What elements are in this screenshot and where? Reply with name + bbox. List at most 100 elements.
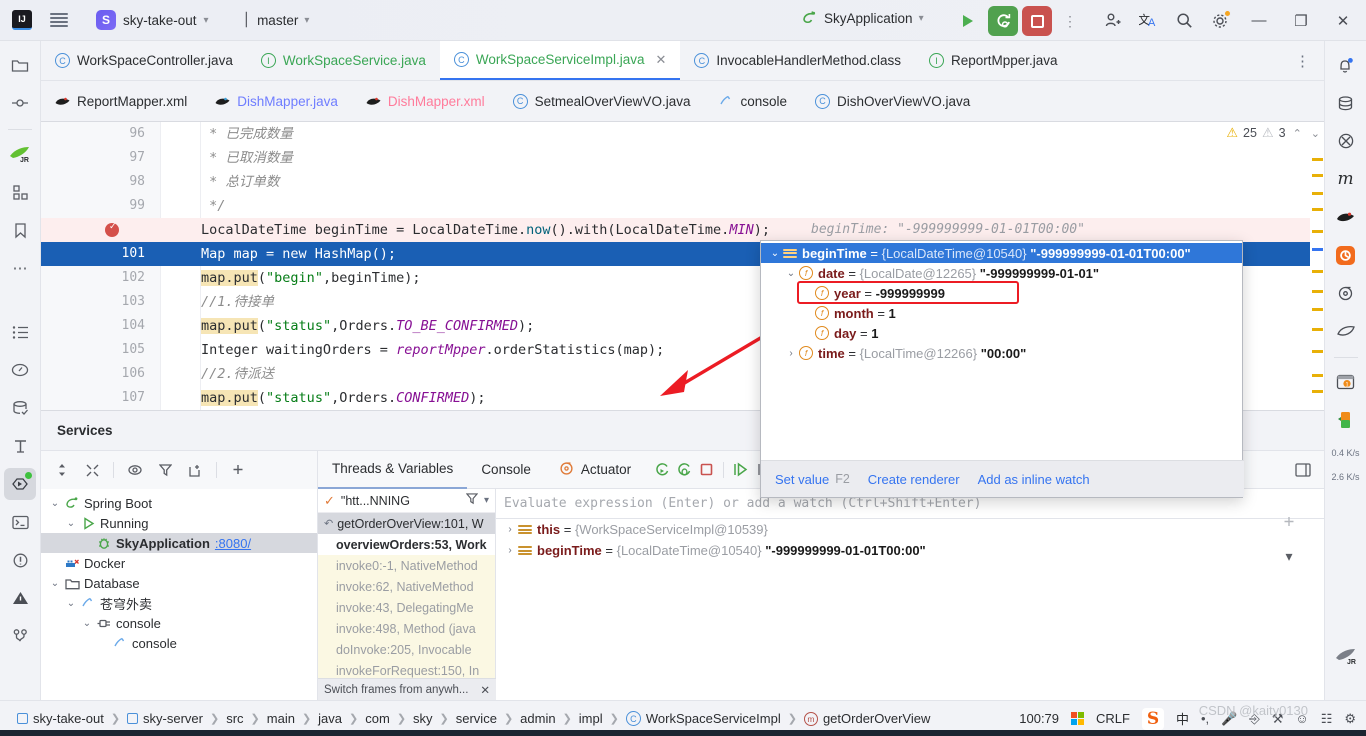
services-node-database[interactable]: ⌄ Database (41, 573, 317, 593)
debug-value-popup[interactable]: ⌄ beginTime = {LocalDateTime@10540} "-99… (760, 240, 1244, 498)
application-port-link[interactable]: :8080/ (215, 536, 251, 551)
breadcrumb-getorderoverview[interactable]: m getOrderOverView (799, 711, 935, 726)
database-icon[interactable] (1330, 87, 1362, 119)
jrebel-icon[interactable]: JR (4, 138, 36, 170)
chevron-down-icon[interactable]: ⌄ (47, 498, 63, 509)
search-icon[interactable] (1174, 11, 1194, 31)
editor-tab-dishmapper-xml[interactable]: DishMapper.xml (352, 81, 499, 121)
variable-row-this[interactable]: › this = {WorkSpaceServiceImpl@10539} (496, 519, 1324, 540)
services-icon[interactable] (4, 468, 36, 500)
database-icon[interactable] (4, 392, 36, 424)
popup-row-time[interactable]: › f time = {LocalTime@12266} "00:00" (761, 343, 1242, 363)
popup-row-month[interactable]: f month = 1 (761, 303, 1242, 323)
breadcrumb-admin[interactable]: admin (515, 711, 560, 726)
git-icon[interactable] (4, 620, 36, 652)
editor-tab-dishoverviewvo[interactable]: C DishOverViewVO.java (801, 81, 984, 121)
project-selector[interactable]: S sky-take-out ▾ (90, 7, 215, 33)
windows-icon[interactable] (1071, 712, 1085, 725)
maven-m-icon[interactable]: m (1330, 163, 1362, 195)
todo-icon[interactable] (4, 316, 36, 348)
editor-tab-workspacecontroller[interactable]: C WorkSpaceController.java (41, 41, 247, 80)
filter-icon[interactable] (465, 493, 479, 508)
ime-apps-icon[interactable]: ☷ (1321, 711, 1333, 727)
expand-collapse-icon[interactable] (53, 461, 71, 479)
terminal-icon[interactable] (4, 506, 36, 538)
debug-frames-panel[interactable]: ✓ "htt...NNING ▾ ↶ getOrderOverView:101,… (318, 489, 496, 700)
breadcrumb-sky-take-out[interactable]: sky-take-out (12, 711, 109, 726)
bookmarks-icon[interactable] (4, 214, 36, 246)
chevron-down-icon[interactable]: ▾ (484, 495, 489, 506)
resume-program-icon[interactable] (730, 459, 752, 481)
filter-icon[interactable] (156, 461, 174, 479)
tab-actuator[interactable]: Actuator (545, 451, 645, 489)
chevron-down-icon[interactable]: ⌄ (79, 618, 95, 629)
editor-tab-reportmapper-xml[interactable]: ReportMapper.xml (41, 81, 201, 121)
add-icon[interactable] (229, 461, 247, 479)
code-row[interactable]: 96 * 已完成数量 (41, 122, 1324, 146)
translate-icon[interactable]: 文A (1138, 11, 1158, 31)
more-run-actions-icon[interactable]: ⋮ (1063, 13, 1078, 30)
jrebel-icon[interactable]: JR (1330, 640, 1362, 672)
maximize-button[interactable]: ❐ (1288, 8, 1314, 34)
frame-row[interactable]: invoke:498, Method (java (318, 618, 495, 639)
services-node-spring-boot[interactable]: ⌄ Spring Boot (41, 493, 317, 513)
minimize-button[interactable]: — (1246, 8, 1272, 34)
ime-mode[interactable]: 中 (1176, 709, 1189, 728)
rerun-debug-button[interactable] (988, 6, 1018, 36)
code-row[interactable]: 97 * 已取消数量 (41, 146, 1324, 170)
next-problem-icon[interactable]: ⌄ (1309, 127, 1322, 140)
breadcrumb-sky[interactable]: sky (408, 711, 438, 726)
frame-row[interactable]: invoke:62, NativeMethod (318, 576, 495, 597)
error-stripe-scrollbar[interactable] (1310, 122, 1324, 410)
tab-overflow-icon[interactable]: ⋮ (1281, 41, 1324, 80)
services-node-skyapplication[interactable]: SkyApplication :8080/ (41, 533, 317, 553)
settings-eye-icon[interactable] (126, 461, 144, 479)
notifications-icon[interactable] (1330, 49, 1362, 81)
run-configuration-selector[interactable]: SkyApplication ▾ (795, 7, 930, 30)
debug-variables-panel[interactable]: Evaluate expression (Enter) or add a wat… (496, 489, 1324, 700)
editor-tab-console[interactable]: console (704, 81, 801, 121)
rerun-debug-icon[interactable] (673, 459, 695, 481)
stop-icon[interactable] (695, 459, 717, 481)
thread-selector[interactable]: ✓ "htt...NNING ▾ (318, 489, 495, 513)
services-tree[interactable]: ⌄ Spring Boot ⌄ Running SkyApplication :… (41, 489, 318, 700)
profiler-icon[interactable] (4, 354, 36, 386)
maven-icon[interactable] (1330, 125, 1362, 157)
line-separator[interactable]: CRLF (1096, 711, 1130, 726)
frame-row[interactable]: invoke0:-1, NativeMethod (318, 555, 495, 576)
close-icon[interactable]: ✕ (655, 52, 666, 68)
sogou-ime-icon[interactable]: S (1141, 707, 1164, 730)
gear-icon[interactable] (1210, 9, 1231, 31)
breadcrumb-service[interactable]: service (451, 711, 502, 726)
services-node-db-cangqiong[interactable]: ⌄ 苍穹外卖 (41, 593, 317, 613)
frame-row[interactable]: doInvoke:205, Invocable (318, 639, 495, 660)
commit-icon[interactable] (4, 87, 36, 119)
new-tab-icon[interactable] (186, 461, 204, 479)
editor-tab-dishmapper-java[interactable]: DishMapper.java (201, 81, 352, 121)
frame-row[interactable]: overviewOrders:53, Work (318, 534, 495, 555)
chevron-down-icon[interactable]: ⌄ (63, 598, 79, 609)
layout-settings-icon[interactable] (1292, 459, 1314, 481)
run-button[interactable] (955, 8, 981, 34)
variable-row-begintime[interactable]: › beginTime = {LocalDateTime@10540} "-99… (496, 540, 1324, 561)
breadcrumb-sky-server[interactable]: sky-server (122, 711, 208, 726)
inspection-widget[interactable]: ⚠ 25 ⚠ 3 ⌃ ⌄ (1226, 125, 1322, 141)
previous-problem-icon[interactable]: ⌃ (1291, 127, 1304, 140)
breadcrumb-impl[interactable]: impl (574, 711, 608, 726)
chevron-down-icon[interactable]: ⌄ (783, 268, 799, 279)
breadcrumb-java[interactable]: java (313, 711, 347, 726)
close-icon[interactable]: ✕ (480, 683, 490, 697)
breadcrumb-workspaceserviceimpl[interactable]: C WorkSpaceServiceImpl (621, 711, 786, 726)
mybatis-icon[interactable] (1330, 201, 1362, 233)
chevron-right-icon[interactable]: › (502, 524, 518, 535)
breadcrumb-src[interactable]: src (221, 711, 248, 726)
services-node-console-leaf[interactable]: console (41, 633, 317, 653)
chevron-down-icon[interactable]: ⌄ (63, 518, 79, 529)
popup-variable-tree[interactable]: ⌄ beginTime = {LocalDateTime@10540} "-99… (761, 241, 1242, 460)
hamburger-menu-icon[interactable] (50, 13, 68, 27)
battery-icon[interactable] (1330, 404, 1362, 436)
tab-console[interactable]: Console (467, 451, 545, 489)
breadcrumb-main[interactable]: main (262, 711, 300, 726)
rerun-icon[interactable] (651, 459, 673, 481)
leaf-icon[interactable] (1330, 315, 1362, 347)
